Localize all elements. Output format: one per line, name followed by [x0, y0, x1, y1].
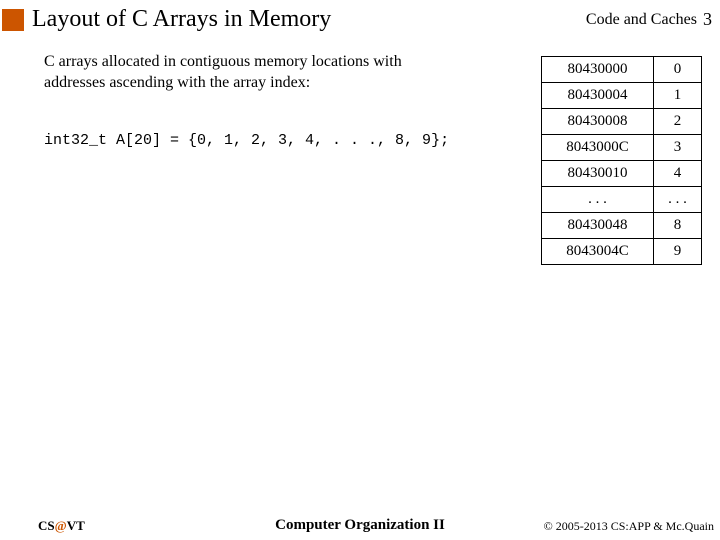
section-label: Code and Caches [586, 11, 697, 29]
table-row: 8043000C3 [542, 135, 702, 161]
table-row: 804300041 [542, 83, 702, 109]
table-row: . . .. . . [542, 187, 702, 213]
memory-table: 804300000 804300041 804300082 8043000C3 … [541, 56, 702, 265]
address-cell: 80430008 [542, 109, 654, 135]
header: Layout of C Arrays in Memory Code and Ca… [0, 6, 720, 33]
slide-title: Layout of C Arrays in Memory [32, 6, 586, 33]
at-icon: @ [55, 518, 67, 533]
footer-left-pre: CS [38, 518, 55, 533]
table-row: 8043004C9 [542, 239, 702, 265]
value-cell: 1 [654, 83, 702, 109]
address-cell: 8043000C [542, 135, 654, 161]
table-row: 804300000 [542, 57, 702, 83]
value-cell: 2 [654, 109, 702, 135]
address-cell: 80430000 [542, 57, 654, 83]
address-cell: 80430048 [542, 213, 654, 239]
footer-left: CS@VT [38, 518, 85, 534]
value-cell: 9 [654, 239, 702, 265]
footer-left-post: VT [67, 518, 85, 533]
table-row: 804300082 [542, 109, 702, 135]
address-cell: 80430010 [542, 161, 654, 187]
footer: CS@VT Computer Organization II © 2005-20… [0, 518, 720, 534]
slide: Layout of C Arrays in Memory Code and Ca… [0, 0, 720, 540]
value-cell: 8 [654, 213, 702, 239]
address-cell: 8043004C [542, 239, 654, 265]
body-description: C arrays allocated in contiguous memory … [44, 52, 424, 94]
value-cell: 3 [654, 135, 702, 161]
table-row: 804300104 [542, 161, 702, 187]
value-cell: . . . [654, 187, 702, 213]
footer-center: Computer Organization II [275, 517, 445, 534]
table-row: 804300488 [542, 213, 702, 239]
address-cell: 80430004 [542, 83, 654, 109]
bullet-square-icon [2, 9, 24, 31]
code-snippet: int32_t A[20] = {0, 1, 2, 3, 4, . . ., 8… [44, 132, 449, 149]
page-number: 3 [703, 9, 712, 30]
footer-right: © 2005-2013 CS:APP & Mc.Quain [544, 519, 714, 534]
value-cell: 0 [654, 57, 702, 83]
value-cell: 4 [654, 161, 702, 187]
address-cell: . . . [542, 187, 654, 213]
